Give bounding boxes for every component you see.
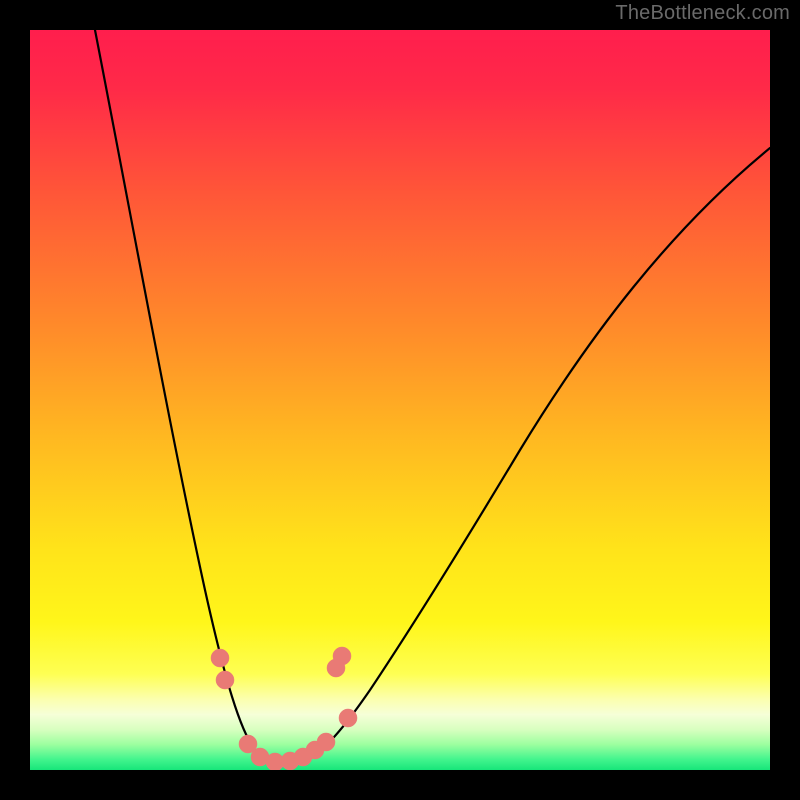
- chart-frame: TheBottleneck.com: [0, 0, 800, 800]
- plot-area: [30, 30, 770, 770]
- heatmap-gradient: [30, 30, 770, 770]
- watermark: TheBottleneck.com: [615, 2, 790, 25]
